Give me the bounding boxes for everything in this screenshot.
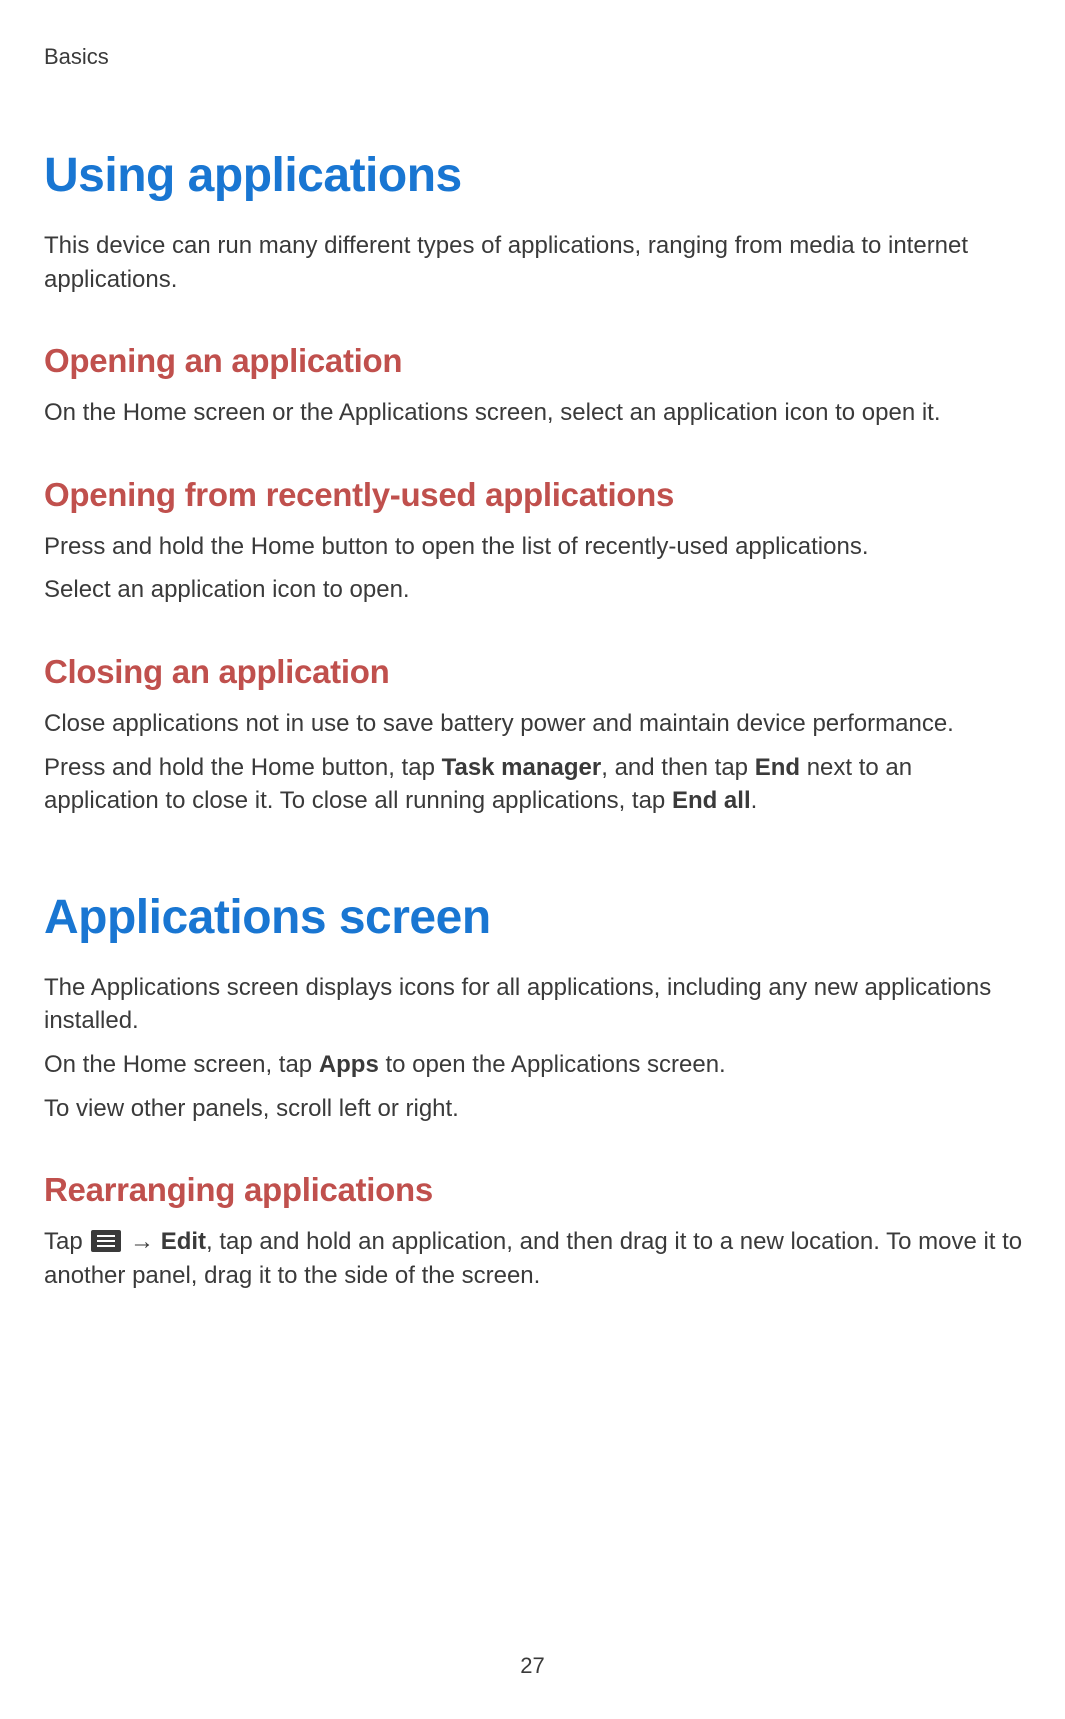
text-arrow: → <box>123 1228 160 1255</box>
heading-recently-used: Opening from recently-used applications <box>44 476 1025 514</box>
breadcrumb: Basics <box>44 44 1025 70</box>
text-span: Tap <box>44 1228 89 1255</box>
paragraph-recent-1: Press and hold the Home button to open t… <box>44 530 1025 564</box>
paragraph-recent-2: Select an application icon to open. <box>44 573 1025 607</box>
paragraph-rearranging: Tap → Edit, tap and hold an application,… <box>44 1225 1025 1292</box>
paragraph-intro: This device can run many different types… <box>44 229 1025 296</box>
heading-opening-application: Opening an application <box>44 342 1025 380</box>
bold-task-manager: Task manager <box>442 754 602 781</box>
text-span: . <box>751 787 758 814</box>
paragraph-apps-open: On the Home screen, tap Apps to open the… <box>44 1048 1025 1082</box>
bold-end-all: End all <box>672 787 751 814</box>
text-span: to open the Applications screen. <box>379 1051 726 1078</box>
bold-edit: Edit <box>161 1228 206 1255</box>
menu-icon <box>91 1230 121 1252</box>
heading-closing-application: Closing an application <box>44 653 1025 691</box>
paragraph-closing-2: Press and hold the Home button, tap Task… <box>44 751 1025 818</box>
heading-rearranging-applications: Rearranging applications <box>44 1171 1025 1209</box>
heading-using-applications: Using applications <box>44 148 1025 203</box>
paragraph-apps-scroll: To view other panels, scroll left or rig… <box>44 1092 1025 1126</box>
text-span: On the Home screen, tap <box>44 1051 319 1078</box>
paragraph-closing-1: Close applications not in use to save ba… <box>44 707 1025 741</box>
heading-applications-screen: Applications screen <box>44 890 1025 945</box>
page-number: 27 <box>520 1653 544 1679</box>
paragraph-apps-intro: The Applications screen displays icons f… <box>44 971 1025 1038</box>
text-span: , and then tap <box>601 754 754 781</box>
bold-apps: Apps <box>319 1051 379 1078</box>
bold-end: End <box>755 754 800 781</box>
paragraph-opening: On the Home screen or the Applications s… <box>44 396 1025 430</box>
text-span: Press and hold the Home button, tap <box>44 754 442 781</box>
